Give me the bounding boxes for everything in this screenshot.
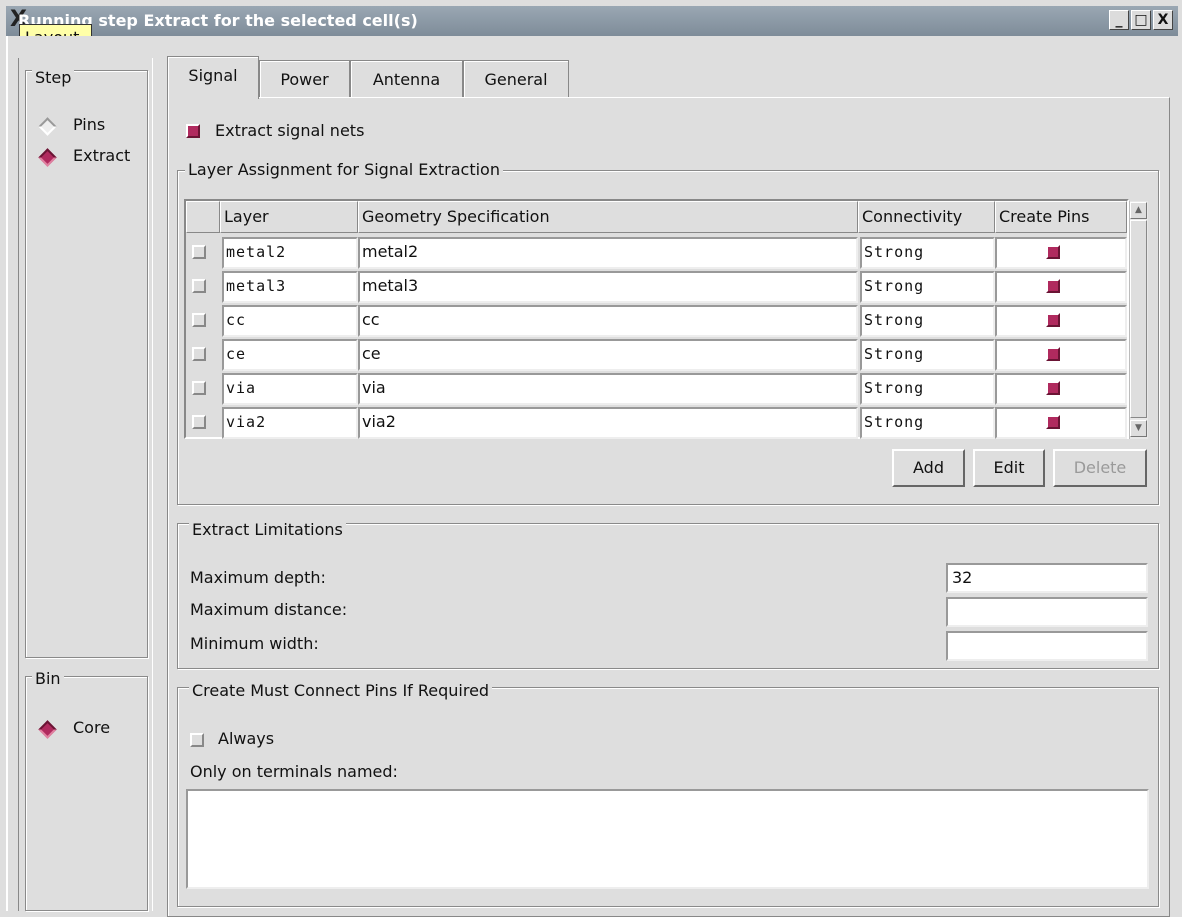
add-button[interactable]: Add [892,449,965,487]
geometry-cell[interactable]: via2 [358,407,858,439]
layer-cell[interactable]: cc [222,305,358,337]
layer-cell[interactable]: via2 [222,407,358,439]
row-select-checkbox[interactable] [192,279,206,293]
create-pins-checkbox[interactable] [1046,313,1060,327]
scrollbar-thumb[interactable] [1130,220,1147,418]
row-select-header [186,201,220,233]
tab-signal[interactable]: Signal [167,56,259,99]
min-width-input[interactable] [946,631,1148,661]
row-select-checkbox[interactable] [192,313,206,327]
create-pins-cell [995,407,1127,439]
extract-label[interactable]: Extract [73,146,130,165]
tab-general[interactable]: General [463,60,569,98]
connectivity-cell[interactable]: Strong [860,305,995,337]
row-select-checkbox[interactable] [192,245,206,259]
terminals-label: Only on terminals named: [190,762,398,781]
delete-button[interactable]: Delete [1053,449,1147,487]
pins-label[interactable]: Pins [73,115,105,134]
bin-group [25,676,148,911]
create-pins-cell [995,305,1127,337]
max-distance-label: Maximum distance: [190,600,348,619]
layer-cell[interactable]: metal3 [222,271,358,303]
geometry-cell[interactable]: metal3 [358,271,858,303]
create-pins-cell [995,339,1127,371]
layer-assignment-legend: Layer Assignment for Signal Extraction [185,160,503,179]
column-header-geometry[interactable]: Geometry Specification [358,201,858,233]
terminals-textarea[interactable] [186,789,1149,889]
bin-legend: Bin [32,669,64,688]
column-header-create-pins[interactable]: Create Pins [995,201,1127,233]
geometry-cell[interactable]: metal2 [358,237,858,269]
connectivity-cell[interactable]: Strong [860,373,995,405]
core-label[interactable]: Core [73,718,110,737]
create-pins-checkbox[interactable] [1046,415,1060,429]
column-header-connectivity[interactable]: Connectivity [858,201,995,233]
connectivity-cell[interactable]: Strong [860,407,995,439]
connectivity-cell[interactable]: Strong [860,271,995,303]
tab-antenna[interactable]: Antenna [350,60,463,98]
row-select-checkbox[interactable] [192,347,206,361]
row-select-checkbox[interactable] [192,415,206,429]
max-distance-input[interactable] [946,597,1148,627]
max-depth-input[interactable]: 32 [946,563,1148,593]
connectivity-cell[interactable]: Strong [860,339,995,371]
geometry-cell[interactable]: ce [358,339,858,371]
layer-cell[interactable]: ce [222,339,358,371]
maximize-button[interactable]: □ [1131,10,1151,30]
create-pins-checkbox[interactable] [1046,245,1060,259]
row-select-checkbox[interactable] [192,381,206,395]
tab-power[interactable]: Power [259,60,350,98]
layer-cell[interactable]: via [222,373,358,405]
layer-cell[interactable]: metal2 [222,237,358,269]
minimize-button[interactable]: _ [1109,10,1129,30]
scroll-up-arrow-icon[interactable]: ▲ [1130,202,1147,219]
create-pins-checkbox[interactable] [1046,381,1060,395]
column-header-layer[interactable]: Layer [220,201,358,233]
geometry-cell[interactable]: via [358,373,858,405]
step-legend: Step [32,68,75,87]
connectivity-cell[interactable]: Strong [860,237,995,269]
extract-signal-nets-checkbox[interactable] [186,124,200,138]
geometry-cell[interactable]: cc [358,305,858,337]
max-depth-label: Maximum depth: [190,568,326,587]
extract-signal-nets-label[interactable]: Extract signal nets [215,121,364,140]
create-pins-cell [995,237,1127,269]
scroll-down-arrow-icon[interactable]: ▼ [1130,420,1147,437]
close-button[interactable]: X [1153,10,1173,30]
min-width-label: Minimum width: [190,634,319,653]
create-pins-cell [995,271,1127,303]
edit-button[interactable]: Edit [973,449,1045,487]
create-pins-checkbox[interactable] [1046,347,1060,361]
always-checkbox[interactable] [190,733,204,747]
create-pins-checkbox[interactable] [1046,279,1060,293]
must-connect-legend: Create Must Connect Pins If Required [189,681,493,700]
extract-limitations-legend: Extract Limitations [189,520,346,539]
always-label[interactable]: Always [218,729,274,748]
create-pins-cell [995,373,1127,405]
